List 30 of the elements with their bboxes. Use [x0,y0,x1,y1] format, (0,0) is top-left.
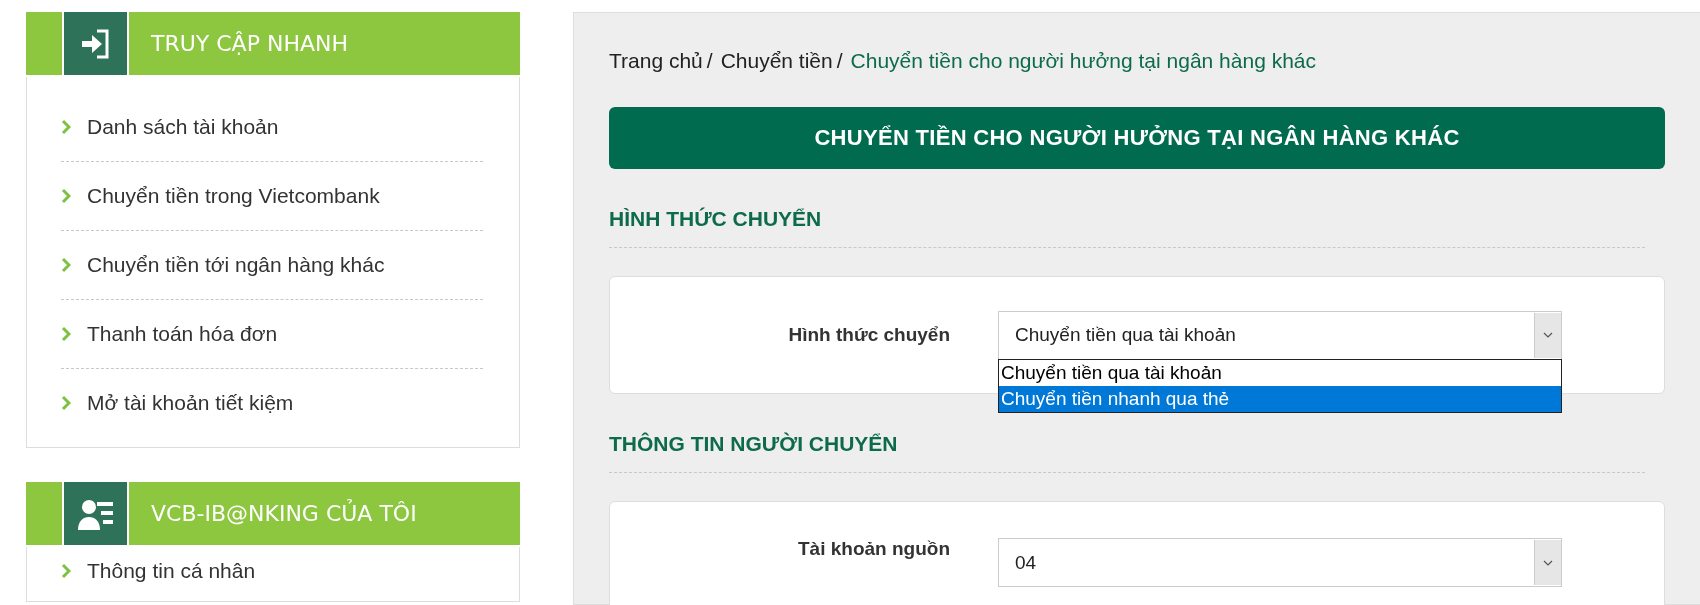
sidebar-link[interactable]: Thanh toán hóa đơn [87,322,278,346]
section-heading: HÌNH THỨC CHUYỂN [609,207,1645,248]
breadcrumb-link[interactable]: Chuyển tiền [720,49,833,73]
chevron-icon [61,188,71,204]
select-field[interactable]: 04 [998,538,1562,587]
panel-title: TRUY CẬP NHANH [151,31,348,56]
chevron-icon [61,119,71,135]
sidebar-link[interactable]: Thông tin cá nhân [87,559,256,583]
breadcrumb-separator: / [836,49,843,73]
section-heading: THÔNG TIN NGƯỜI CHUYỂN [609,432,1645,473]
field-label: Hình thức chuyển [787,324,950,346]
sidebar-link[interactable]: Danh sách tài khoản [87,115,279,139]
breadcrumb-current: Chuyển tiền cho người hưởng tại ngân hàng khác [850,49,1316,73]
select-field[interactable]: Chuyển tiền qua tài khoản [998,310,1562,360]
chevron-icon [61,326,71,342]
dropdown-option[interactable]: Chuyển tiền nhanh qua thẻ [999,385,1561,412]
breadcrumb-link[interactable]: Trang chủ [609,49,703,73]
page-title-banner: CHUYỂN TIỀN CHO NGƯỜI HƯỞNG TẠI NGÂN HÀNG KHÁC [609,107,1665,169]
field-label: Tài khoản nguồn [797,538,950,560]
chevron-icon [61,257,71,273]
caret-icon [1543,332,1553,338]
caret-icon [1543,559,1553,566]
breadcrumb-separator: / [706,49,713,73]
panel-title: VCB-IB@NKING CỦA TÔI [151,501,417,526]
chevron-icon [61,563,71,579]
sidebar-link[interactable]: Chuyển tiền trong Vietcombank [87,184,380,208]
chevron-icon [61,395,71,411]
dropdown-option[interactable]: Chuyển tiền qua tài khoản [999,359,1561,386]
sidebar-link[interactable]: Mở tài khoản tiết kiệm [87,391,294,415]
sidebar-link[interactable]: Chuyển tiền tới ngân hàng khác [87,253,385,277]
